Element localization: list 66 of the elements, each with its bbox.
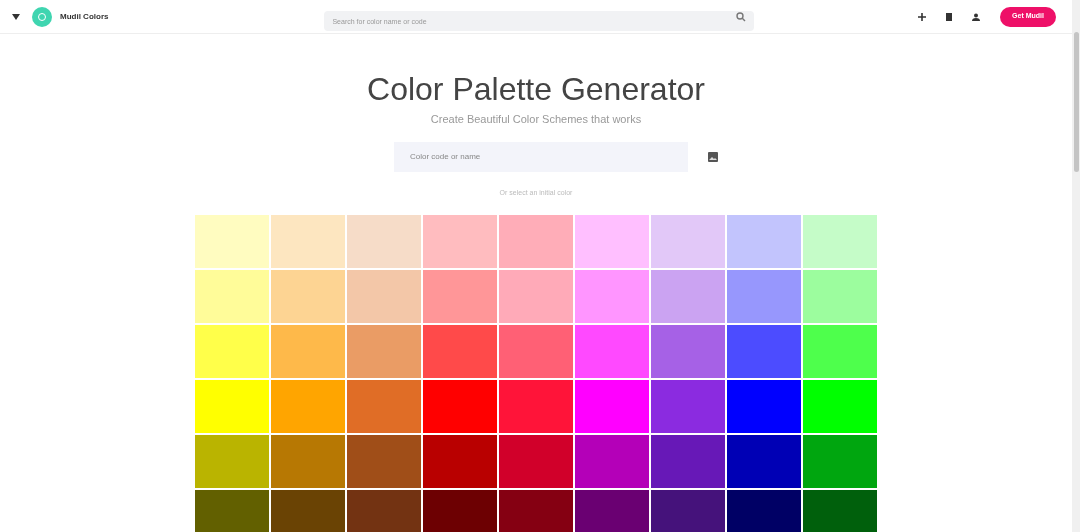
color-swatch[interactable] bbox=[727, 270, 801, 323]
color-swatch[interactable] bbox=[727, 490, 801, 532]
color-swatch[interactable] bbox=[423, 215, 497, 268]
user-icon[interactable] bbox=[972, 12, 981, 21]
color-swatch[interactable] bbox=[803, 490, 877, 532]
color-swatch[interactable] bbox=[651, 380, 725, 433]
color-swatch[interactable] bbox=[727, 325, 801, 378]
color-swatch[interactable] bbox=[271, 435, 345, 488]
subtitle: Create Beautiful Color Schemes that works bbox=[430, 112, 642, 127]
color-swatch[interactable] bbox=[195, 490, 269, 532]
color-swatch[interactable] bbox=[651, 215, 725, 268]
image-icon[interactable] bbox=[708, 151, 718, 162]
color-swatch[interactable] bbox=[575, 380, 649, 433]
color-swatch[interactable] bbox=[499, 270, 573, 323]
color-swatch[interactable] bbox=[803, 325, 877, 378]
color-swatch[interactable] bbox=[347, 435, 421, 488]
color-swatch[interactable] bbox=[195, 270, 269, 323]
color-swatch[interactable] bbox=[423, 270, 497, 323]
bookmark-icon[interactable] bbox=[946, 12, 953, 21]
color-swatch[interactable] bbox=[271, 380, 345, 433]
color-swatch[interactable] bbox=[195, 380, 269, 433]
brand-name: Mudil Colors bbox=[60, 10, 109, 23]
color-swatch[interactable] bbox=[803, 380, 877, 433]
color-swatch[interactable] bbox=[575, 325, 649, 378]
color-swatch[interactable] bbox=[727, 380, 801, 433]
color-swatch[interactable] bbox=[575, 215, 649, 268]
color-swatch[interactable] bbox=[803, 435, 877, 488]
color-swatch[interactable] bbox=[651, 435, 725, 488]
color-swatch[interactable] bbox=[347, 270, 421, 323]
color-swatch[interactable] bbox=[499, 435, 573, 488]
color-swatch[interactable] bbox=[423, 435, 497, 488]
color-swatch[interactable] bbox=[499, 325, 573, 378]
color-swatch[interactable] bbox=[271, 270, 345, 323]
logo-icon bbox=[32, 6, 52, 27]
color-swatch[interactable] bbox=[195, 325, 269, 378]
color-swatch[interactable] bbox=[575, 435, 649, 488]
color-swatch[interactable] bbox=[423, 325, 497, 378]
color-swatch[interactable] bbox=[575, 490, 649, 532]
color-swatch[interactable] bbox=[575, 270, 649, 323]
color-swatch[interactable] bbox=[499, 215, 573, 268]
color-swatch[interactable] bbox=[347, 325, 421, 378]
color-swatch[interactable] bbox=[651, 490, 725, 532]
color-swatch[interactable] bbox=[271, 490, 345, 532]
color-swatch[interactable] bbox=[423, 380, 497, 433]
page-title: Color Palette Generator bbox=[367, 70, 705, 108]
color-swatch[interactable] bbox=[803, 270, 877, 323]
caret-icon[interactable] bbox=[12, 13, 20, 20]
color-swatch[interactable] bbox=[347, 215, 421, 268]
color-swatch[interactable] bbox=[727, 215, 801, 268]
color-swatch[interactable] bbox=[499, 380, 573, 433]
color-input-field[interactable]: Color code or name bbox=[394, 141, 688, 172]
color-swatch[interactable] bbox=[423, 490, 497, 532]
color-swatch[interactable] bbox=[803, 215, 877, 268]
color-swatch[interactable] bbox=[195, 215, 269, 268]
plus-icon[interactable] bbox=[918, 12, 927, 21]
color-swatch[interactable] bbox=[271, 325, 345, 378]
color-swatch[interactable] bbox=[347, 490, 421, 532]
color-swatch[interactable] bbox=[727, 435, 801, 488]
color-swatch[interactable] bbox=[347, 380, 421, 433]
color-swatch[interactable] bbox=[651, 325, 725, 378]
color-swatch[interactable] bbox=[271, 215, 345, 268]
search-icon[interactable] bbox=[736, 11, 747, 22]
color-swatch[interactable] bbox=[195, 435, 269, 488]
scrollbar-thumb[interactable] bbox=[1073, 32, 1079, 172]
color-swatch[interactable] bbox=[651, 270, 725, 323]
color-swatch[interactable] bbox=[499, 490, 573, 532]
